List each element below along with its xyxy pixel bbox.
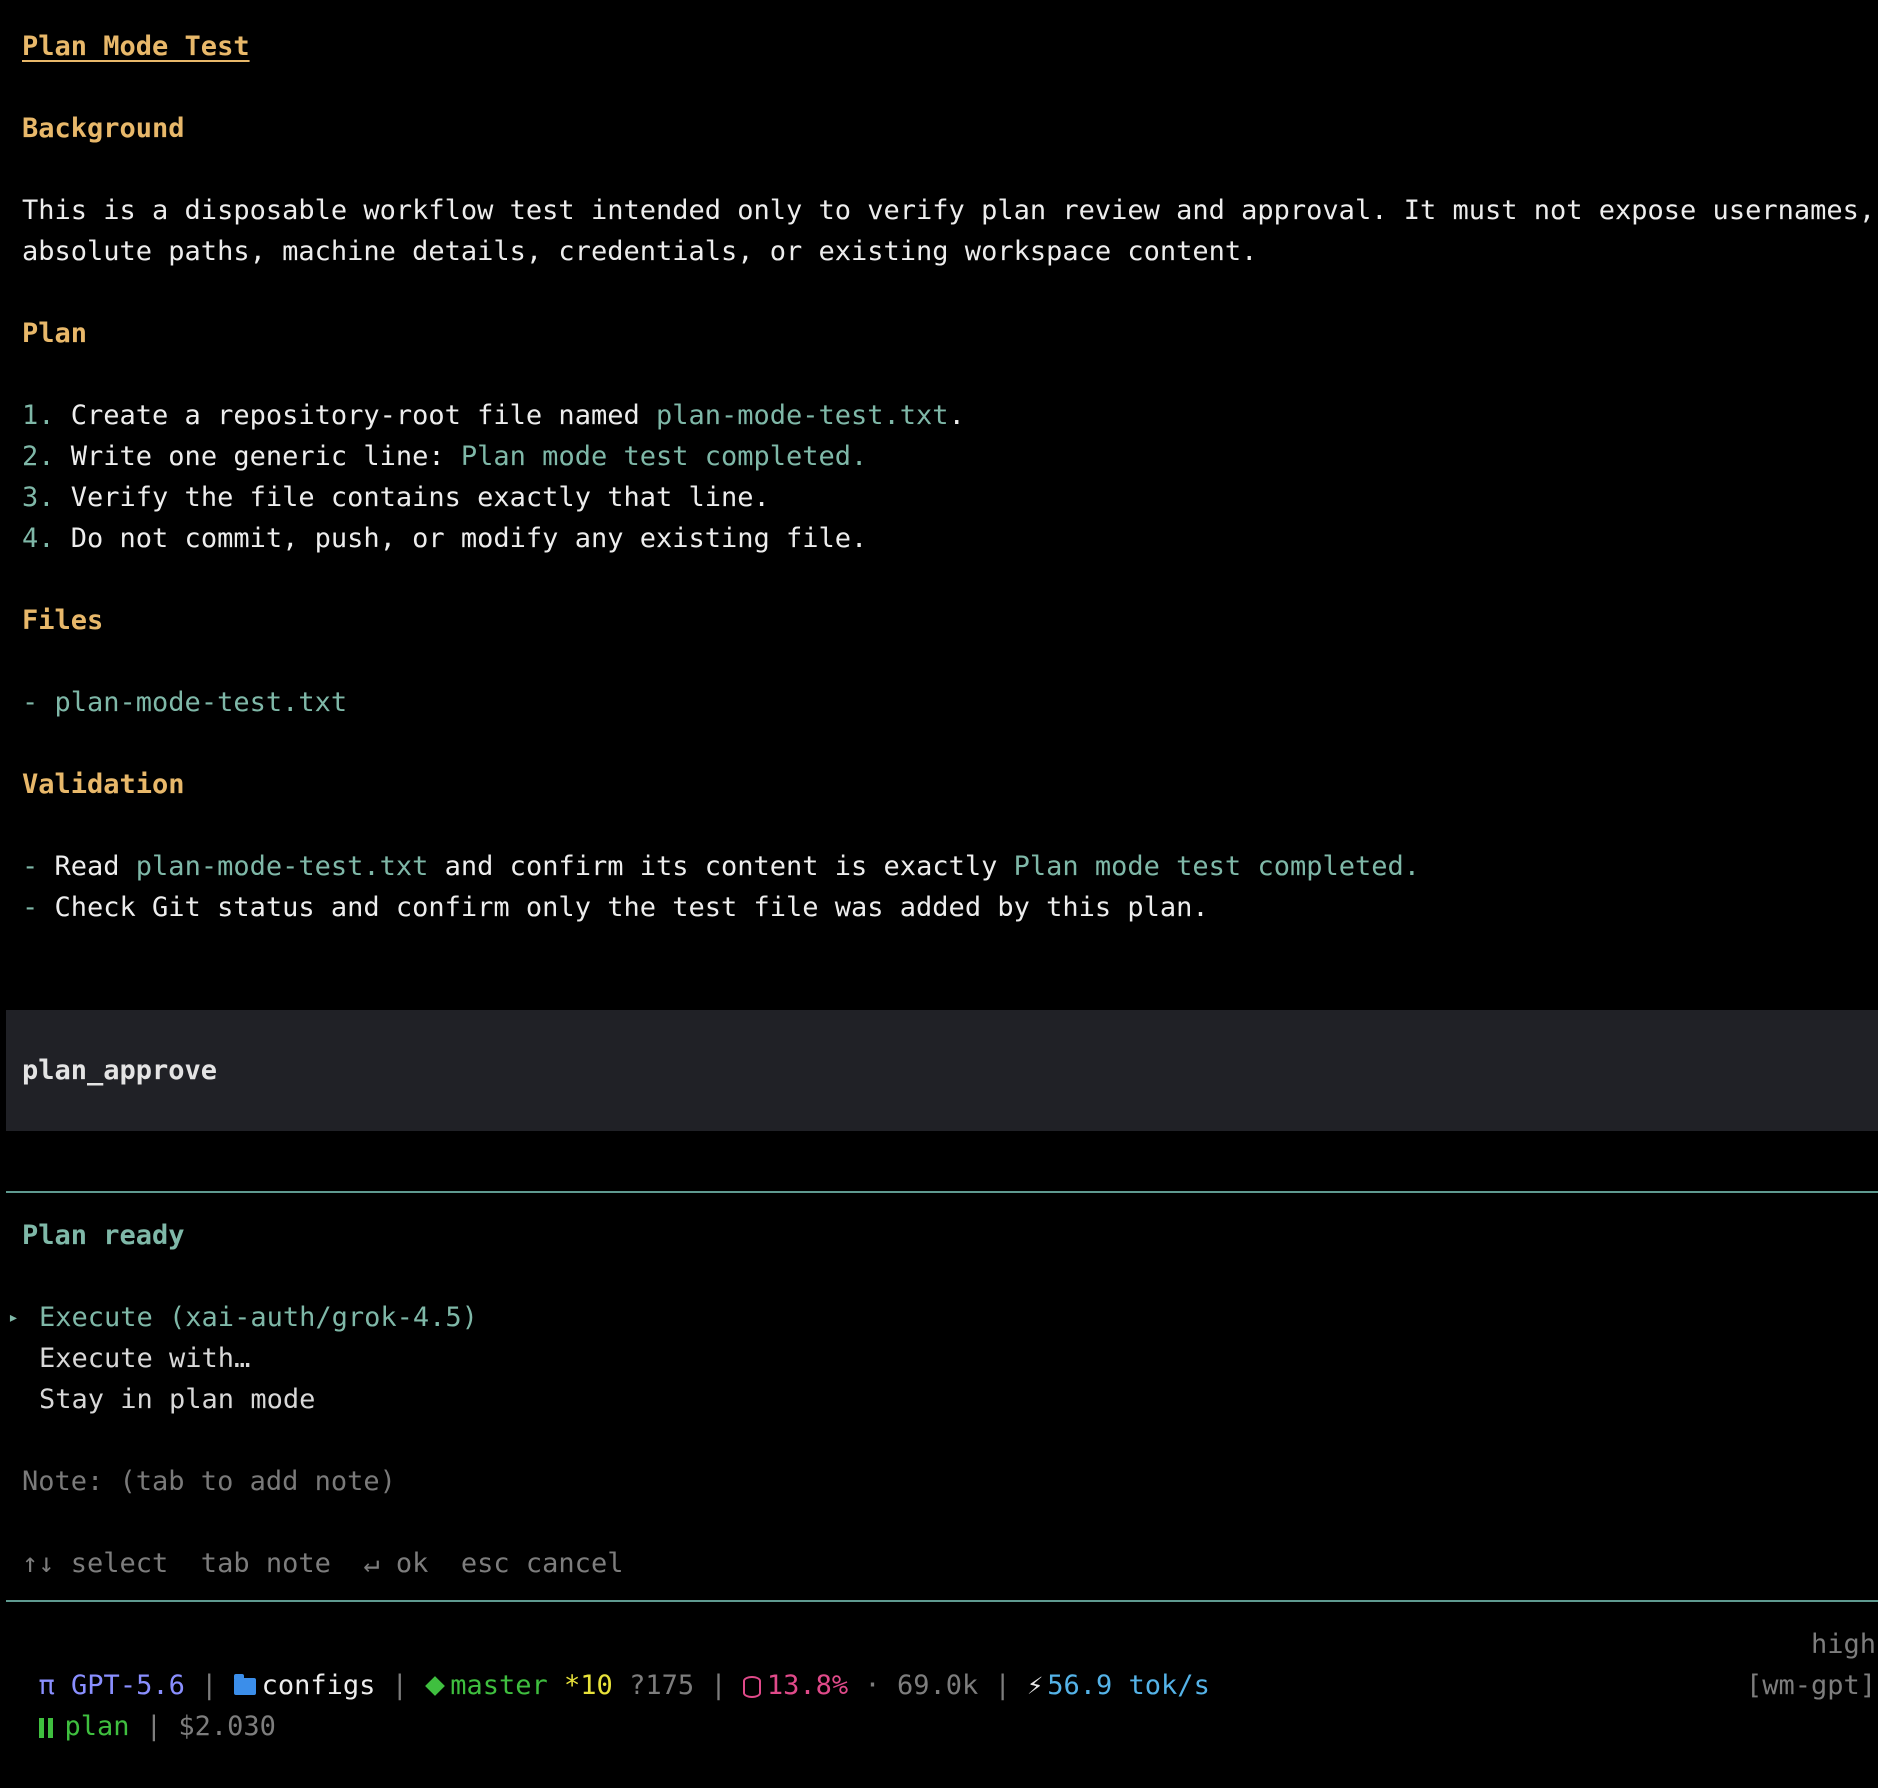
plan-step: 2. Write one generic line: Plan mode tes… [22,436,867,477]
file-name: plan-mode-test.txt [54,687,348,718]
option-execute-with[interactable]: Execute with… [39,1338,250,1379]
session-name: [wm-gpt] [1745,1670,1876,1701]
divider-bottom [6,1600,1878,1602]
step-text: Do not commit, push, or modify any exist… [54,523,868,554]
plan-step: 3. Verify the file contains exactly that… [22,477,770,518]
prompt-title: Plan ready [22,1220,185,1251]
mode-label: plan [64,1711,130,1742]
option-execute[interactable]: Execute (xai-auth/grok-4.5) [39,1297,478,1338]
validation-text: Read [54,851,136,882]
validation-text: Check Git status and confirm only the te… [54,892,1209,923]
step-number: 4. [22,523,55,554]
section-heading-files: Files [22,605,104,636]
list-dash: - [22,851,55,882]
step-number: 2. [22,441,55,472]
step-text: Verify the file contains exactly that li… [54,482,770,513]
step-text: Create a repository-root file named [54,400,656,431]
background-text-line-2: absolute paths, machine details, credent… [22,236,1258,267]
session-cost: $2.030 [178,1711,276,1742]
step-code: plan-mode-test.txt [655,400,949,431]
tool-name: plan_approve [22,1055,218,1086]
step-number: 3. [22,482,55,513]
list-dash: - [22,892,55,923]
step-code: Plan mode test completed. [460,441,868,472]
keyboard-hints: ↑↓ select tab note ↵ ok esc cancel [22,1548,624,1579]
step-text-end: . [948,400,965,431]
background-text-line-1: This is a disposable workflow test inten… [22,195,1876,226]
document-title: Plan Mode Test [22,31,250,62]
plan-step: 1. Create a repository-root file named p… [22,395,965,436]
validation-code: plan-mode-test.txt [135,851,429,882]
separator: | [129,1711,179,1742]
section-heading-validation: Validation [22,769,185,800]
divider-top [6,1191,1878,1193]
tool-call-block: plan_approve [6,1010,1878,1131]
section-heading-background: Background [22,113,185,144]
status-bar-line-2: plan | $2.030 [wm-gpt] [6,1665,1878,1788]
note-field[interactable]: Note: (tab to add note) [22,1461,396,1502]
list-dash: - [22,687,55,718]
validation-text: and confirm its content is exactly [428,851,1014,882]
files-list-item: - plan-mode-test.txt [22,682,347,723]
plan-step: 4. Do not commit, push, or modify any ex… [22,518,867,559]
option-stay-in-plan-mode[interactable]: Stay in plan mode [39,1379,315,1420]
section-heading-plan: Plan [22,318,88,349]
step-text: Write one generic line: [54,441,461,472]
validation-item: - Read plan-mode-test.txt and confirm it… [22,846,1420,887]
validation-item: - Check Git status and confirm only the … [22,887,1209,928]
validation-code: Plan mode test completed. [1013,851,1420,882]
pause-icon [38,1718,53,1738]
reasoning-effort: high [1810,1629,1876,1660]
step-number: 1. [22,400,55,431]
selection-marker-icon: ▸ [8,1307,19,1328]
